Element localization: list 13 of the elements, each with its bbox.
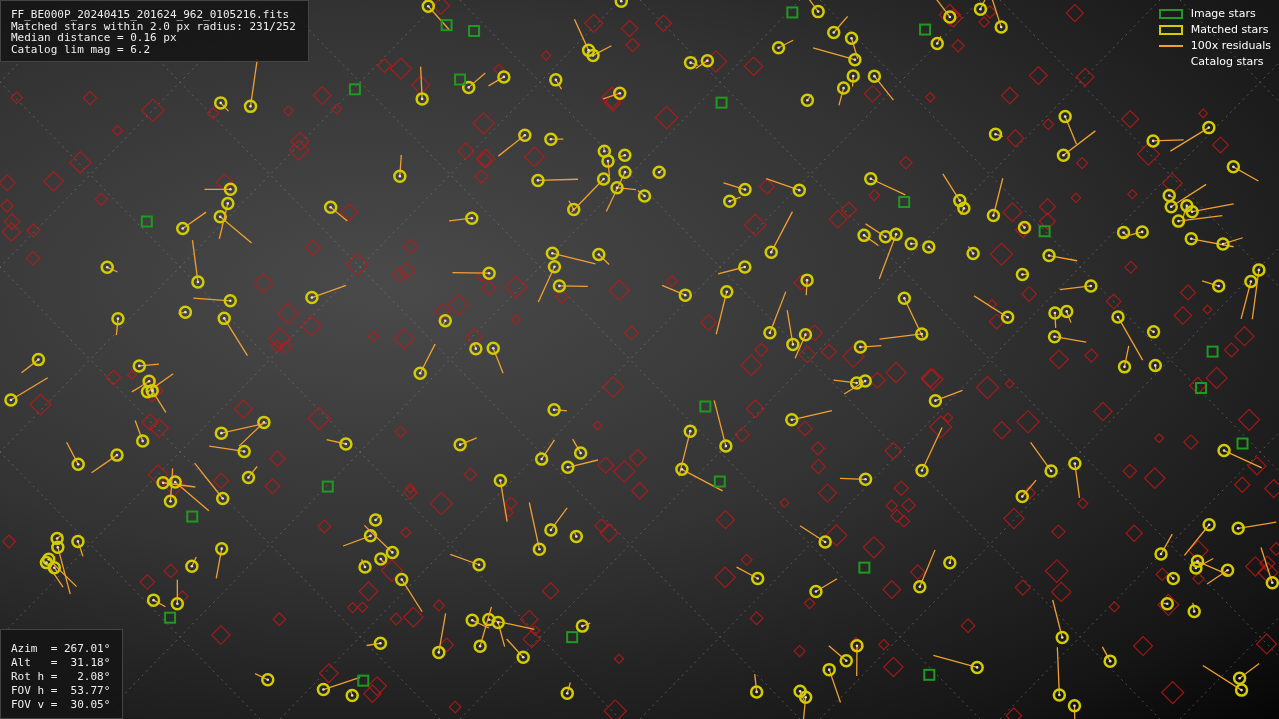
info-text: FF_BE000P_20240415_201624_962_0105216.fits <box>11 9 291 21</box>
info-text: Median distance = 0.16 px <box>11 32 177 44</box>
legend-label: Image stars <box>1190 7 1256 20</box>
info-text: FOV v = 30.05° <box>11 698 111 712</box>
legend-label: Catalog stars <box>1190 55 1264 68</box>
info-text: Catalog lim mag = 6.2 <box>11 43 152 55</box>
legend-label: 100x residuals <box>1190 39 1271 52</box>
info-text: Matched stars within 2.0 px radius: 231/252 <box>11 20 296 32</box>
info-text: Rot h = 2.08° <box>11 670 111 684</box>
info-text: FOV h = 53.77° <box>11 684 111 698</box>
info-text: Alt = 31.18° <box>11 656 111 670</box>
info-text: Azim = 267.01° <box>11 642 111 656</box>
legend-label: Matched stars <box>1190 23 1269 36</box>
